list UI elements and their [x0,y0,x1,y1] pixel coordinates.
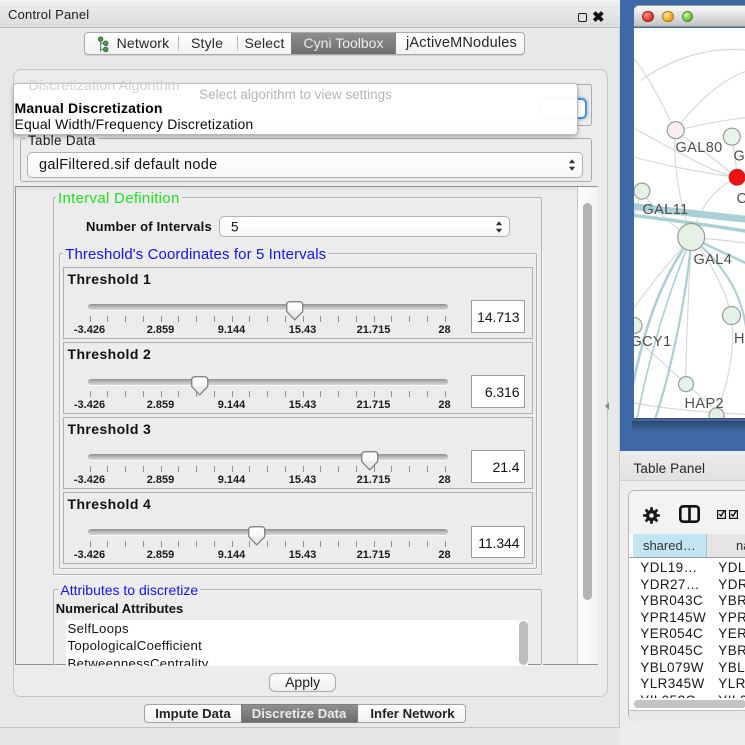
svg-text:GCY1: GCY1 [634,334,672,350]
svg-text:GAL80: GAL80 [675,140,722,156]
svg-text:H: H [734,331,745,347]
svg-text:HAP2: HAP2 [684,396,723,412]
svg-text:GAL4: GAL4 [693,252,732,268]
svg-text:GA: GA [733,148,745,164]
svg-text:C: C [736,191,745,207]
svg-text:GAL11: GAL11 [642,202,688,218]
